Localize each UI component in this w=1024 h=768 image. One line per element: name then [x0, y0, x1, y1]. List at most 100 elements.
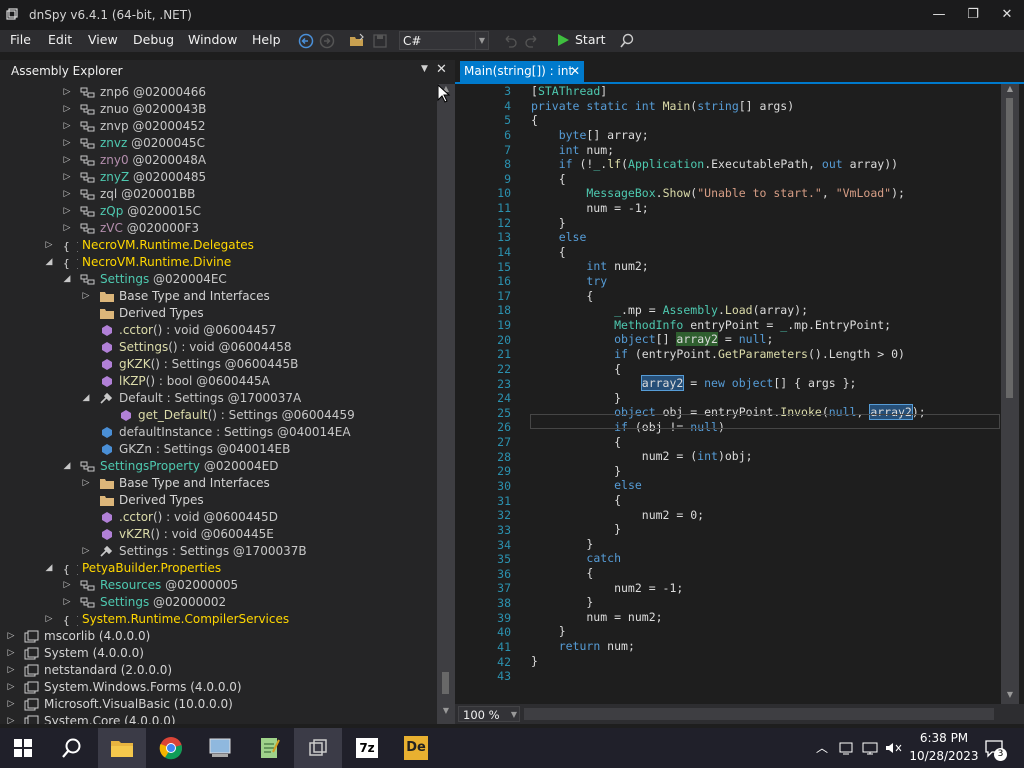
- expand-arrow-icon[interactable]: ▷: [62, 152, 72, 169]
- expand-arrow-icon[interactable]: ▷: [6, 662, 16, 679]
- network-icon[interactable]: [838, 740, 854, 756]
- tree-node[interactable]: ▷ znp6 @02000466: [0, 84, 437, 101]
- tree-node[interactable]: ▷ zql @020001BB: [0, 186, 437, 203]
- taskbar-file-explorer[interactable]: [98, 728, 146, 768]
- language-select[interactable]: C# ▼: [399, 31, 489, 50]
- tree-node[interactable]: ◢ Default : Settings @1700037A: [0, 390, 437, 407]
- taskbar-chrome[interactable]: [147, 728, 195, 768]
- tree-node[interactable]: .cctor() : void @0600445D: [0, 509, 437, 526]
- open-folder-icon[interactable]: [348, 32, 366, 50]
- clock-time[interactable]: 6:38 PM: [904, 731, 984, 745]
- tree-node[interactable]: ▷ mscorlib (4.0.0.0): [0, 628, 437, 645]
- display-icon[interactable]: [862, 740, 878, 756]
- close-panel-icon[interactable]: ✕: [436, 62, 447, 77]
- collapse-arrow-icon[interactable]: ◢: [62, 271, 72, 288]
- tree-node[interactable]: Derived Types: [0, 305, 437, 322]
- redo-icon[interactable]: [523, 32, 541, 50]
- tree-node[interactable]: ▷ znuo @0200043B: [0, 101, 437, 118]
- tree-node[interactable]: ▷ Settings @02000002: [0, 594, 437, 611]
- editor-scrollbar[interactable]: ▲ ▼: [1001, 84, 1019, 704]
- tree-node[interactable]: ▷ System.Core (4.0.0.0): [0, 713, 437, 724]
- taskbar-7zip[interactable]: 7z: [343, 728, 391, 768]
- volume-muted-icon[interactable]: [884, 740, 902, 756]
- expand-arrow-icon[interactable]: ▷: [62, 135, 72, 152]
- tree-node[interactable]: ◢ SettingsProperty @020004ED: [0, 458, 437, 475]
- tree-node[interactable]: ◢ Settings @020004EC: [0, 271, 437, 288]
- expand-arrow-icon[interactable]: ▷: [62, 594, 72, 611]
- taskbar-de4dot[interactable]: De: [392, 728, 440, 768]
- tab-main-method[interactable]: Main(string[]) : int ✕: [460, 61, 584, 82]
- collapse-arrow-icon[interactable]: ◢: [62, 458, 72, 475]
- tree-node[interactable]: ▷ System.Windows.Forms (4.0.0.0): [0, 679, 437, 696]
- tree-node[interactable]: get_Default() : Settings @06004459: [0, 407, 437, 424]
- menu-help[interactable]: Help: [252, 32, 281, 47]
- minimize-button[interactable]: —: [922, 0, 956, 30]
- expand-arrow-icon[interactable]: ▷: [62, 186, 72, 203]
- collapse-arrow-icon[interactable]: ◢: [81, 390, 91, 407]
- chevron-up-icon[interactable]: ︿: [816, 739, 828, 756]
- collapse-arrow-icon[interactable]: ◢: [44, 254, 54, 271]
- windows-start-icon[interactable]: [14, 739, 32, 757]
- maximize-button[interactable]: ❐: [956, 0, 990, 30]
- back-icon[interactable]: [297, 32, 315, 50]
- tree-node[interactable]: defaultInstance : Settings @040014EA: [0, 424, 437, 441]
- search-icon[interactable]: [618, 32, 636, 50]
- tree-node[interactable]: ▷ znvp @02000452: [0, 118, 437, 135]
- expand-arrow-icon[interactable]: ▷: [44, 237, 54, 254]
- tree-node[interactable]: ▷ zny0 @0200048A: [0, 152, 437, 169]
- taskbar-notepad[interactable]: [245, 728, 293, 768]
- menu-file[interactable]: File: [10, 32, 31, 47]
- tree-node[interactable]: ▷ System (4.0.0.0): [0, 645, 437, 662]
- tree-node[interactable]: ▷ { } System.Runtime.CompilerServices: [0, 611, 437, 628]
- tree-node[interactable]: Derived Types: [0, 492, 437, 509]
- expand-arrow-icon[interactable]: ▷: [62, 101, 72, 118]
- tree-node[interactable]: ▷ Settings : Settings @1700037B: [0, 543, 437, 560]
- expand-arrow-icon[interactable]: ▷: [81, 543, 91, 560]
- tree-node[interactable]: ▷ Microsoft.VisualBasic (10.0.0.0): [0, 696, 437, 713]
- undo-icon[interactable]: [501, 32, 519, 50]
- expand-arrow-icon[interactable]: ▷: [6, 628, 16, 645]
- close-tab-icon[interactable]: ✕: [570, 61, 580, 82]
- code-editor[interactable]: 3 4 5 6 7 8 9 10 11 12 13 14 15 16 17 18 19 20 21 22 23 24 25 2…: [455, 84, 1001, 704]
- collapse-arrow-icon[interactable]: ◢: [44, 560, 54, 577]
- taskbar-control-panel[interactable]: [196, 728, 244, 768]
- search-icon[interactable]: [61, 737, 83, 759]
- taskbar-dnspy[interactable]: [294, 728, 342, 768]
- menu-debug[interactable]: Debug: [133, 32, 174, 47]
- expand-arrow-icon[interactable]: ▷: [6, 713, 16, 724]
- tree-node[interactable]: ▷ Base Type and Interfaces: [0, 475, 437, 492]
- menu-window[interactable]: Window: [188, 32, 237, 47]
- expand-arrow-icon[interactable]: ▷: [6, 679, 16, 696]
- tree-node[interactable]: ◢ { } NecroVM.Runtime.Divine: [0, 254, 437, 271]
- tree-node[interactable]: Settings() : void @06004458: [0, 339, 437, 356]
- clock-date[interactable]: 10/28/2023: [904, 749, 984, 763]
- zoom-select[interactable]: 100 % ▼: [458, 706, 520, 722]
- tree-node[interactable]: ▷ { } NecroVM.Runtime.Delegates: [0, 237, 437, 254]
- expand-arrow-icon[interactable]: ▷: [62, 203, 72, 220]
- explorer-scrollbar[interactable]: ▲ ▼: [437, 84, 455, 724]
- expand-arrow-icon[interactable]: ▷: [81, 288, 91, 305]
- forward-icon[interactable]: [318, 32, 336, 50]
- tree-node[interactable]: lKZP() : bool @0600445A: [0, 373, 437, 390]
- tree-node[interactable]: ▷ znyZ @02000485: [0, 169, 437, 186]
- tree-node[interactable]: ▷ zVC @020000F3: [0, 220, 437, 237]
- horizontal-scrollbar[interactable]: [524, 708, 994, 720]
- expand-arrow-icon[interactable]: ▷: [62, 118, 72, 135]
- expand-arrow-icon[interactable]: ▷: [81, 475, 91, 492]
- explorer-scrollbar-thumb[interactable]: [442, 672, 449, 694]
- expand-arrow-icon[interactable]: ▷: [62, 169, 72, 186]
- tree-node[interactable]: ◢ { } PetyaBuilder.Properties: [0, 560, 437, 577]
- tree-node[interactable]: ▷ netstandard (2.0.0.0): [0, 662, 437, 679]
- menu-view[interactable]: View: [88, 32, 118, 47]
- tree-node[interactable]: ▷ Base Type and Interfaces: [0, 288, 437, 305]
- save-icon[interactable]: [371, 32, 389, 50]
- tree-node[interactable]: ▷ znvz @0200045C: [0, 135, 437, 152]
- tree-node[interactable]: GKZn : Settings @040014EB: [0, 441, 437, 458]
- expand-arrow-icon[interactable]: ▷: [62, 84, 72, 101]
- tree-node[interactable]: gKZK() : Settings @0600445B: [0, 356, 437, 373]
- close-button[interactable]: ✕: [990, 0, 1024, 30]
- expand-arrow-icon[interactable]: ▷: [44, 611, 54, 628]
- panel-menu-icon[interactable]: ▼: [421, 64, 428, 74]
- expand-arrow-icon[interactable]: ▷: [6, 645, 16, 662]
- editor-scrollbar-thumb[interactable]: [1006, 98, 1013, 398]
